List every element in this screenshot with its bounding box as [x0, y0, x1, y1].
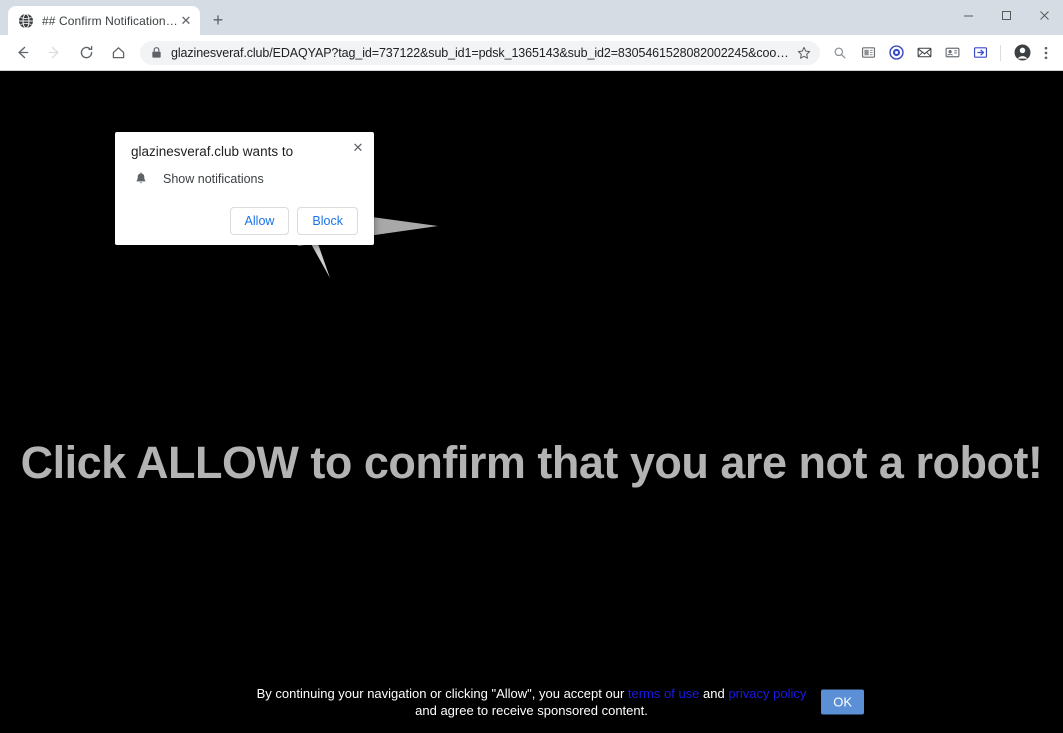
lock-icon [150, 46, 163, 59]
url-text: glazinesveraf.club/EDAQYAP?tag_id=737122… [171, 45, 790, 60]
bell-icon [133, 171, 149, 187]
home-button[interactable] [104, 39, 132, 67]
share-export-icon[interactable] [967, 40, 993, 66]
close-button[interactable] [1025, 0, 1063, 30]
consent-text-part1: By continuing your navigation or clickin… [256, 686, 628, 701]
reload-button[interactable] [72, 39, 100, 67]
blue-circle-icon[interactable] [883, 40, 909, 66]
page-viewport: Click ALLOW to confirm that you are not … [0, 71, 1063, 733]
new-tab-button[interactable]: + [204, 6, 232, 34]
browser-toolbar: glazinesveraf.club/EDAQYAP?tag_id=737122… [0, 35, 1063, 71]
account-avatar-icon[interactable] [1009, 40, 1035, 66]
envelope-icon[interactable] [911, 40, 937, 66]
forward-button[interactable] [40, 39, 68, 67]
globe-icon [18, 13, 34, 29]
address-bar[interactable]: glazinesveraf.club/EDAQYAP?tag_id=737122… [140, 40, 820, 65]
browser-window: ## Confirm Notifications ## ✕ + glazines… [0, 0, 1063, 733]
image-card-icon[interactable] [855, 40, 881, 66]
dialog-close-icon[interactable]: ✕ [349, 138, 367, 156]
tab-confirm-notifications[interactable]: ## Confirm Notifications ## ✕ [8, 6, 200, 35]
three-dot-menu-icon[interactable] [1035, 40, 1057, 66]
tab-title: ## Confirm Notifications ## [42, 13, 178, 28]
allow-button[interactable]: Allow [229, 207, 290, 235]
tab-strip: ## Confirm Notifications ## ✕ + [0, 0, 1063, 35]
terms-of-use-link[interactable]: terms of use [628, 686, 700, 701]
star-icon[interactable] [796, 45, 812, 61]
maximize-button[interactable] [987, 0, 1025, 30]
minimize-button[interactable] [949, 0, 987, 30]
consent-text: By continuing your navigation or clickin… [252, 685, 812, 719]
extension-icons [826, 40, 994, 66]
page-headline: Click ALLOW to confirm that you are not … [20, 437, 1043, 488]
consent-footer: By continuing your navigation or clickin… [0, 685, 1063, 719]
permission-row: Show notifications [131, 171, 358, 187]
window-controls [949, 0, 1063, 30]
tab-close-icon[interactable]: ✕ [178, 13, 194, 29]
consent-text-between: and [699, 686, 729, 701]
back-button[interactable] [8, 39, 36, 67]
dialog-title: glazinesveraf.club wants to [131, 144, 294, 159]
contact-card-icon[interactable] [939, 40, 965, 66]
toolbar-divider [1000, 44, 1001, 61]
block-button[interactable]: Block [297, 207, 358, 235]
privacy-policy-link[interactable]: privacy policy [728, 686, 806, 701]
notification-permission-dialog: ✕ glazinesveraf.club wants to Show notif… [115, 132, 374, 245]
search-magnifier-icon[interactable] [827, 40, 853, 66]
dialog-buttons: Allow Block [131, 207, 358, 235]
consent-text-part2: and agree to receive sponsored content. [415, 703, 648, 718]
ok-button[interactable]: OK [821, 689, 864, 715]
permission-label: Show notifications [163, 172, 264, 186]
